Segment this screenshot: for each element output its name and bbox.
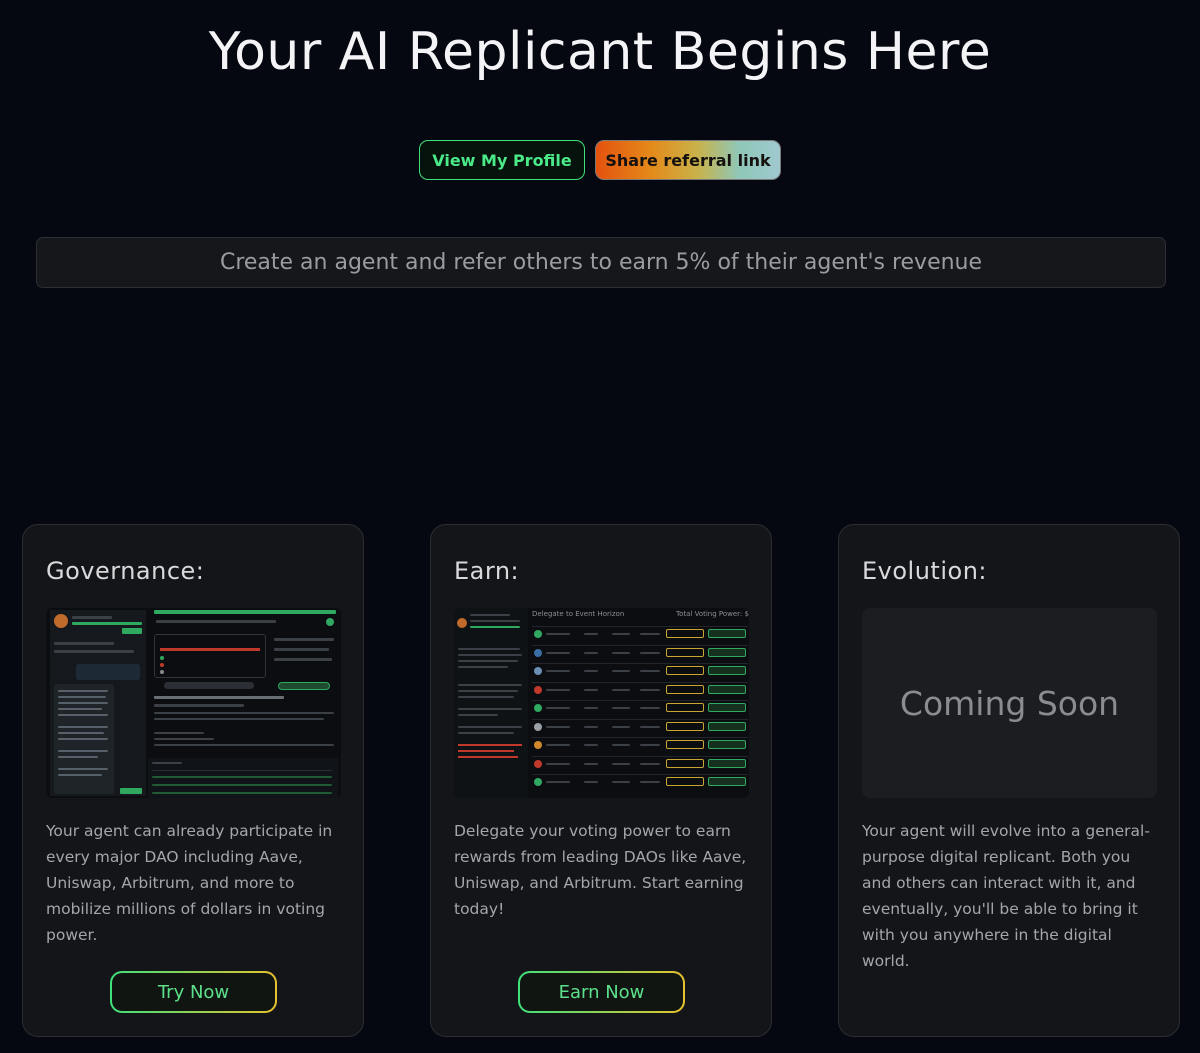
- dao-icon: [534, 778, 542, 786]
- dao-icon: [534, 722, 542, 731]
- card-governance: Governance: Your agent can already parti…: [22, 524, 364, 1037]
- earn-table-row: [532, 755, 748, 770]
- coming-soon-placeholder: Coming Soon: [862, 608, 1157, 798]
- card-earn: Earn: Delegate to Event Horizon Total Vo…: [430, 524, 772, 1037]
- dao-icon: [534, 630, 542, 638]
- share-referral-button[interactable]: Share referral link: [595, 140, 781, 180]
- earn-table-row: [532, 774, 748, 788]
- earn-table-row: [532, 663, 748, 677]
- earn-screenshot-header: Delegate to Event Horizon: [532, 610, 625, 618]
- dao-icon: [534, 685, 542, 694]
- earn-screenshot-total: Total Voting Power: $2,715: [676, 610, 749, 618]
- card-description: Your agent can already participate in ev…: [46, 822, 333, 944]
- cta-row: View My Profile Share referral link: [0, 140, 1200, 180]
- referral-banner: Create an agent and refer others to earn…: [36, 237, 1166, 288]
- dao-icon: [534, 648, 542, 657]
- earn-table-row: [532, 626, 748, 640]
- earn-table-row: [532, 644, 748, 659]
- card-description: Delegate your voting power to earn rewar…: [454, 822, 747, 918]
- try-now-button[interactable]: Try Now: [110, 971, 277, 1013]
- dao-icon: [534, 741, 542, 749]
- dao-icon: [534, 759, 542, 768]
- dao-icon: [534, 704, 542, 712]
- card-title: Governance:: [46, 557, 205, 585]
- earn-table-row: [532, 700, 748, 714]
- card-description: Your agent will evolve into a general-pu…: [862, 822, 1150, 970]
- governance-screenshot: [46, 608, 341, 798]
- earn-table-row: [532, 718, 748, 733]
- earn-screenshot: Delegate to Event Horizon Total Voting P…: [454, 608, 749, 798]
- card-title: Earn:: [454, 557, 520, 585]
- dao-icon: [534, 667, 542, 675]
- earn-table-row: [532, 681, 748, 696]
- page-title: Your AI Replicant Begins Here: [208, 22, 992, 82]
- earn-table-row: [532, 737, 748, 751]
- card-evolution: Evolution: Coming Soon Your agent will e…: [838, 524, 1180, 1037]
- card-title: Evolution:: [862, 557, 987, 585]
- view-profile-button[interactable]: View My Profile: [419, 140, 585, 180]
- earn-now-button[interactable]: Earn Now: [518, 971, 685, 1013]
